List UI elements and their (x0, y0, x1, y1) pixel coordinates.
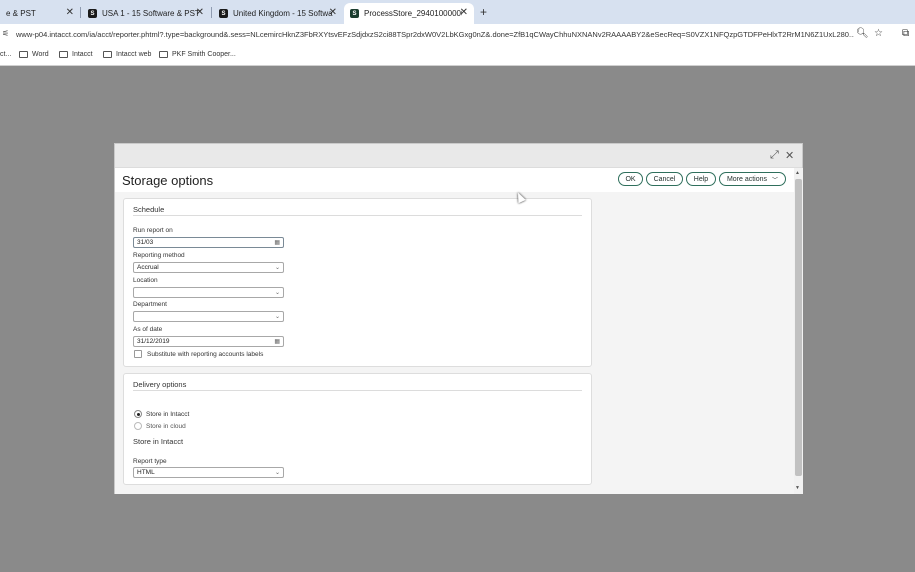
folder-icon (159, 51, 168, 58)
bookmark-label: PKF Smith Cooper... (172, 51, 236, 58)
folder-icon (19, 51, 28, 58)
store-in-intacct-label: Store in Intacct (146, 411, 190, 418)
tab-label: USA 1 - 15 Software & PST (102, 9, 200, 18)
new-tab-button[interactable]: + (480, 5, 487, 19)
delivery-options-section: Delivery options Store in Intacct Store … (123, 373, 592, 485)
dialog-titlebar: ⤢ ✕ (115, 144, 802, 168)
scroll-thumb[interactable] (795, 179, 802, 476)
chevron-down-icon: ﹀ (772, 177, 779, 184)
substitute-checkbox-label: Substitute with reporting accounts label… (147, 351, 264, 358)
browser-tab-bar: e & PST ✕ S USA 1 - 15 Software & PST ✕ … (0, 0, 915, 24)
bookmark-label: Intacct (72, 51, 93, 58)
field-value: HTML (137, 469, 155, 476)
bookmark-label: Word (32, 51, 49, 58)
browser-tab-3[interactable]: S United Kingdom - 15 Software ✕ (213, 3, 343, 24)
extensions-icon[interactable]: ⧉ (902, 28, 909, 39)
location-select[interactable]: ⌄ (133, 287, 284, 298)
department-label: Department (133, 301, 167, 308)
location-label: Location (133, 277, 158, 284)
favicon-icon: S (88, 9, 97, 18)
cancel-button[interactable]: Cancel (646, 172, 683, 186)
tab-close-icon[interactable]: ✕ (460, 7, 468, 18)
chevron-down-icon: ⌄ (274, 314, 280, 320)
tab-label: United Kingdom - 15 Software (233, 9, 333, 18)
help-button[interactable]: Help (686, 172, 716, 186)
store-in-intacct-heading: Store in Intacct (133, 437, 184, 446)
folder-icon (59, 51, 68, 58)
scroll-down-icon[interactable]: ▼ (795, 485, 800, 491)
as-of-date-field[interactable]: 31/12/2019 ▦ (133, 336, 284, 347)
section-title: Delivery options (133, 380, 187, 389)
browser-tab-1[interactable]: e & PST ✕ (0, 3, 80, 24)
field-value: 31/03 (137, 239, 154, 246)
dialog-scrollbar[interactable]: ▲ ▼ (794, 168, 803, 494)
store-in-cloud-radio[interactable] (134, 422, 142, 430)
run-report-on-label: Run report on (133, 227, 173, 234)
reporting-method-select[interactable]: Accrual ⌄ (133, 262, 284, 273)
page-title: Storage options (122, 173, 214, 188)
browser-tab-2[interactable]: S USA 1 - 15 Software & PST ✕ (82, 3, 210, 24)
field-value: 31/12/2019 (137, 338, 170, 345)
scroll-up-icon[interactable]: ▲ (795, 170, 800, 176)
chevron-down-icon: ⌄ (274, 470, 280, 476)
bookmark-star-icon[interactable]: ☆ (874, 28, 883, 39)
divider (133, 390, 582, 391)
report-type-select[interactable]: HTML ⌄ (133, 467, 284, 478)
bookmarks-bar: ct... Word Intacct Intacct web PKF Smith… (0, 46, 915, 66)
field-value: Accrual (137, 264, 159, 271)
divider (133, 215, 582, 216)
schedule-section: Schedule Run report on 31/03 ▦ Reporting… (123, 198, 592, 367)
bookmark-pkf[interactable]: PKF Smith Cooper... (159, 51, 236, 58)
tab-label: ProcessStore_29401000000205 (364, 9, 462, 18)
favicon-icon: S (219, 9, 228, 18)
address-bar: ⚟ www-p04.intacct.com/ia/acct/reporter.p… (0, 24, 915, 46)
bookmark-intacct-web[interactable]: Intacct web (103, 51, 151, 58)
favicon-icon: S (350, 9, 359, 18)
expand-icon[interactable]: ⤢ (770, 149, 779, 162)
tab-separator (80, 7, 81, 18)
section-title: Schedule (133, 205, 165, 214)
bookmark-label: ct... (0, 51, 12, 58)
chevron-down-icon: ⌄ (274, 290, 280, 296)
as-of-date-label: As of date (133, 326, 163, 333)
department-select[interactable]: ⌄ (133, 311, 284, 322)
dialog-content: Schedule Run report on 31/03 ▦ Reporting… (115, 192, 794, 494)
report-type-label: Report type (133, 458, 167, 465)
chevron-down-icon: ⌄ (274, 265, 280, 271)
store-in-cloud-label: Store in cloud (146, 423, 186, 430)
tab-separator (211, 7, 212, 18)
bookmark-item[interactable]: ct... (0, 51, 11, 58)
zoom-icon[interactable]: 🔍︎ (856, 28, 869, 39)
bookmark-intacct[interactable]: Intacct (59, 51, 93, 58)
more-actions-label: More actions (726, 175, 768, 183)
more-actions-button[interactable]: More actions ﹀ (719, 172, 786, 186)
tab-label: e & PST (6, 9, 36, 18)
url-field[interactable]: www-p04.intacct.com/ia/acct/reporter.pht… (16, 30, 854, 39)
tab-close-icon[interactable]: ✕ (329, 7, 337, 18)
tab-close-icon[interactable]: ✕ (196, 7, 204, 18)
tab-close-icon[interactable]: ✕ (66, 7, 74, 18)
close-icon[interactable]: ✕ (785, 149, 794, 162)
bookmark-word[interactable]: Word (19, 51, 49, 58)
store-in-intacct-radio[interactable] (134, 410, 142, 418)
substitute-checkbox[interactable] (134, 350, 142, 358)
calendar-icon[interactable]: ▦ (274, 239, 280, 246)
storage-options-dialog: ⤢ ✕ Storage options OK Cancel Help More … (114, 143, 803, 494)
bookmark-label: Intacct web (116, 51, 152, 58)
reporting-method-label: Reporting method (133, 252, 185, 259)
site-settings-icon[interactable]: ⚟ (2, 29, 9, 38)
run-report-on-field[interactable]: 31/03 ▦ (133, 237, 284, 248)
browser-tab-active[interactable]: S ProcessStore_29401000000205 ✕ (344, 3, 474, 24)
folder-icon (103, 51, 112, 58)
calendar-icon[interactable]: ▦ (274, 338, 280, 345)
ok-button[interactable]: OK (618, 172, 643, 186)
